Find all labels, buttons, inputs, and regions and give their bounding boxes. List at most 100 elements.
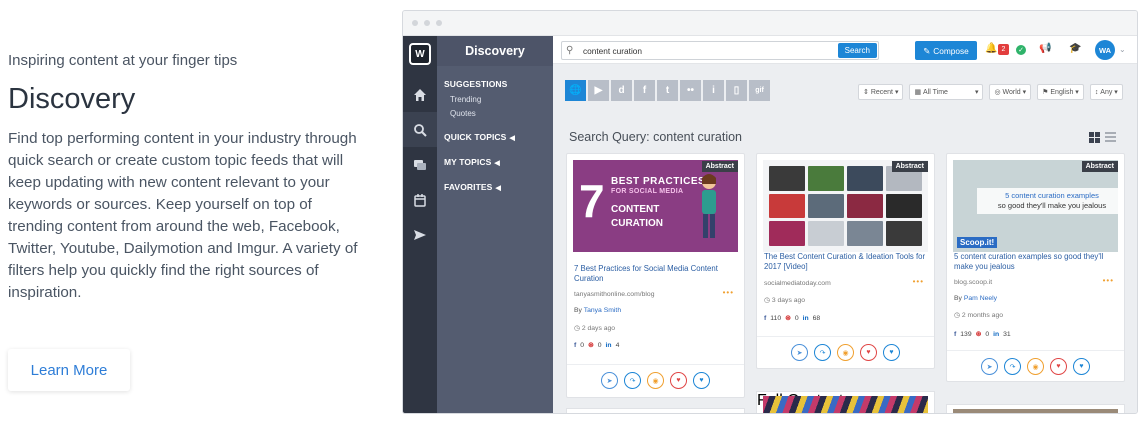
thumb-text: so good they'll make you jealous [997,201,1107,210]
sidebar-section-quick-topics[interactable]: QUICK TOPICS ◀ [437,132,553,142]
region-filter[interactable]: ◎ World ▾ [989,84,1032,100]
search-icon [414,123,427,137]
card-type-badge: Abstract [891,161,928,172]
graduation-cap-icon[interactable]: 🎓 [1069,43,1081,54]
sidebar-section-suggestions[interactable]: SUGGESTIONS [437,79,553,89]
card-thumbnail: 5 content curation examples so good they'… [953,160,1118,252]
pinterest-count: 0 [985,330,990,338]
card-title[interactable]: 7 Best Practices for Social Media Conten… [574,264,736,284]
document-icon: ▯ [733,85,740,96]
rail-calendar[interactable] [403,182,437,217]
sort-filter[interactable]: ⇕ Recent ▾ [858,84,904,100]
sort-filter-value: Recent [870,88,893,96]
pinterest-count: 0 [597,341,602,349]
window-dot-icon [424,20,430,26]
card-title[interactable]: The Best Content Curation & Ideation Too… [764,252,926,272]
more-options-icon[interactable]: ••• [913,277,924,286]
search-input[interactable]: content curation [580,46,838,56]
sidebar-item-quotes[interactable]: Quotes [437,109,553,118]
card-author: By Tanya Smith [574,307,621,314]
source-flickr-tab[interactable]: •• [680,80,701,101]
pocket-icon[interactable]: ♥ [1050,358,1067,375]
region-filter-value: World [1002,88,1021,96]
favorite-icon[interactable]: ♥ [883,344,900,361]
share-icon[interactable]: ↷ [624,372,641,389]
send-icon[interactable]: ➤ [981,358,998,375]
time-filter[interactable]: ▦ All Time ▾ [909,84,984,100]
imgur-icon: i [712,85,715,96]
facebook-icon: f [574,341,577,349]
card-domain[interactable]: blog.scoop.it [954,279,992,286]
eye-icon[interactable]: ◉ [837,344,854,361]
type-filter[interactable]: ↕ Any ▾ [1089,84,1123,100]
eye-icon[interactable]: ◉ [1027,358,1044,375]
content-card[interactable]: Full Content [756,391,935,413]
list-view-icon[interactable] [1105,132,1116,143]
card-domain[interactable]: socialmediatoday.com [764,280,831,287]
card-time: ◷ 2 days ago [574,325,616,332]
check-status-icon[interactable]: ✓ [1016,45,1026,55]
card-type-badge: Abstract [1081,161,1118,172]
share-icon[interactable]: ↷ [814,344,831,361]
dailymotion-icon: d [618,85,625,96]
send-icon[interactable]: ➤ [791,344,808,361]
source-dailymotion-tab[interactable]: d [611,80,632,101]
source-document-tab[interactable]: ▯ [726,80,747,101]
linkedin-count: 4 [615,341,620,349]
compose-label: Compose [933,45,969,56]
pocket-icon[interactable]: ♥ [670,372,687,389]
sidebar-section-my-topics[interactable]: MY TOPICS ◀ [437,157,553,167]
eye-icon[interactable]: ◉ [647,372,664,389]
author-name[interactable]: Pam Neely [964,295,997,302]
author-name[interactable]: Tanya Smith [584,307,621,314]
source-gif-tab[interactable]: gif [749,80,770,101]
card-time: ◷ 2 months ago [954,312,1004,319]
sidebar-section-favorites[interactable]: FAVORITES ◀ [437,182,553,192]
thumb-number: 7 [579,175,605,227]
rail-home[interactable] [403,77,437,112]
more-options-icon[interactable]: ••• [1103,276,1114,285]
gif-icon: gif [755,87,764,94]
content-card[interactable] [946,404,1125,413]
favorite-icon[interactable]: ♥ [693,372,710,389]
type-filter-value: Any [1100,88,1113,96]
bell-icon[interactable]: 🔔 [985,43,997,54]
content-card[interactable]: 5 content curation examples so good they'… [946,153,1125,382]
search-button[interactable]: Search [837,43,877,58]
card-stats: f 110 ⊛ 0 in 68 [764,314,820,323]
source-facebook-tab[interactable]: f [634,80,655,101]
megaphone-icon[interactable]: 📢 [1039,43,1051,54]
source-tabs: 🌐 ▶ d f t •• i ▯ gif [565,80,770,101]
card-stats: f 139 ⊛ 0 in 31 [954,330,1011,339]
share-icon[interactable]: ↷ [1004,358,1021,375]
grid-view-icon[interactable] [1089,132,1100,143]
card-domain[interactable]: tanyasmithonline.com/blog [574,291,654,298]
more-options-icon[interactable]: ••• [723,288,734,297]
rail-messages[interactable] [403,147,437,182]
person-illustration-icon [702,174,716,238]
send-icon[interactable]: ➤ [601,372,618,389]
rail-publish[interactable] [403,217,437,252]
card-title[interactable]: 5 content curation examples so good they… [954,252,1116,272]
favorite-icon[interactable]: ♥ [1073,358,1090,375]
learn-more-button[interactable]: Learn More [8,349,130,391]
pocket-icon[interactable]: ♥ [860,344,877,361]
sidebar-item-trending[interactable]: Trending [437,95,553,104]
content-card[interactable] [566,408,745,413]
card-type-badge: Abstract [701,161,738,172]
language-filter[interactable]: ⚑ English ▾ [1037,84,1084,100]
source-twitter-tab[interactable]: t [657,80,678,101]
pinterest-icon: ⊛ [975,331,982,338]
rail-discovery[interactable] [403,112,437,147]
facebook-count: 110 [770,314,782,322]
source-web-tab[interactable]: 🌐 [565,80,586,101]
author-prefix: By [574,307,582,314]
source-youtube-tab[interactable]: ▶ [588,80,609,101]
content-card[interactable]: 7 BEST PRACTICES FOR SOCIAL MEDIA CONTEN… [566,153,745,398]
source-imgur-tab[interactable]: i [703,80,724,101]
content-card[interactable]: Abstract The Best Content Curation & Ide… [756,153,935,369]
compose-button[interactable]: ✎ Compose [915,41,977,60]
app-logo-icon[interactable]: W [409,43,431,65]
chevron-down-icon[interactable]: ⌄ [1119,45,1126,54]
avatar[interactable]: WA [1095,40,1115,60]
